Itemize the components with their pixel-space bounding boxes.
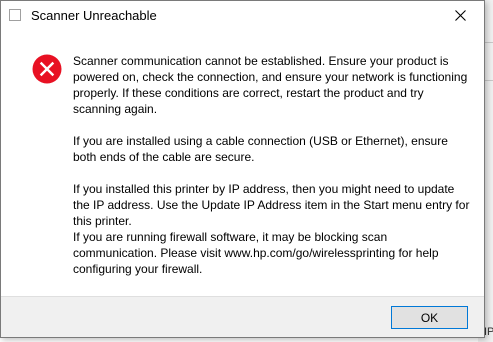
close-icon	[454, 10, 466, 21]
message-paragraph-ip-address: If you installed this printer by IP addr…	[73, 182, 470, 228]
close-button[interactable]	[438, 1, 482, 30]
background-text: IP	[484, 326, 493, 338]
ok-button[interactable]: OK	[391, 306, 468, 329]
message-paragraph-firewall: If you are running firewall software, it…	[73, 230, 439, 276]
message-paragraph-communication: Scanner communication cannot be establis…	[73, 54, 468, 116]
error-icon	[32, 54, 62, 84]
button-bar: OK	[1, 296, 484, 337]
title-bar: Scanner Unreachable	[1, 1, 484, 31]
blank-window-icon	[9, 9, 21, 21]
scanner-unreachable-dialog: Scanner Unreachable Scanner communicatio…	[0, 0, 485, 338]
message-paragraph-cable: If you are installed using a cable conne…	[73, 134, 448, 164]
message-body: Scanner communication cannot be establis…	[73, 53, 473, 277]
window-title: Scanner Unreachable	[31, 8, 157, 23]
